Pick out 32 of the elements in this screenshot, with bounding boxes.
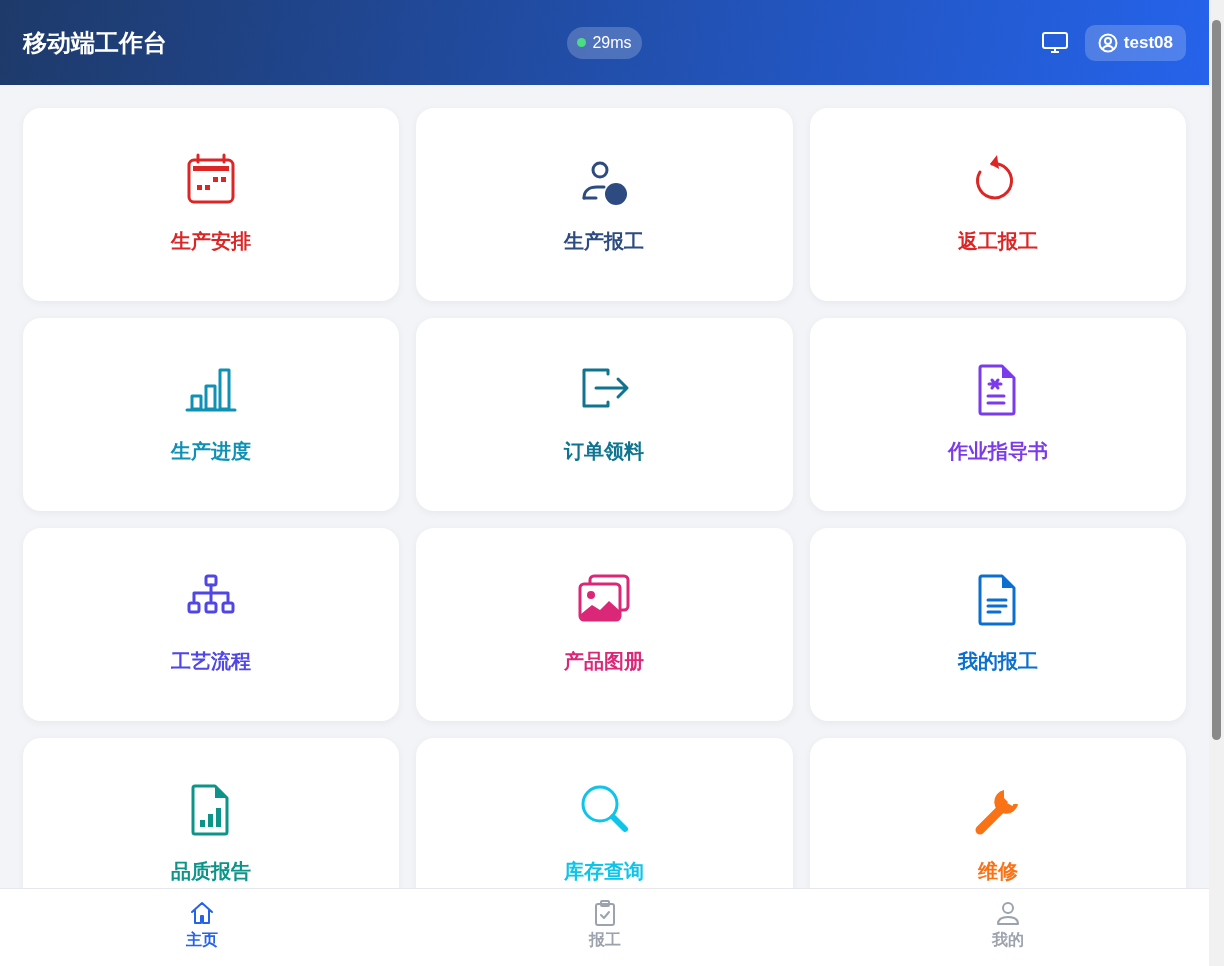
nav-tab[interactable]: 主页 — [185, 889, 218, 966]
menu-tile[interactable]: 生产报工 — [416, 108, 793, 301]
tile-label: 产品图册 — [564, 649, 645, 674]
nav-tab[interactable]: 我的 — [991, 889, 1024, 966]
tile-label: 品质报告 — [171, 859, 252, 884]
tile-label: 工艺流程 — [171, 649, 252, 674]
nav-tab[interactable]: 报工 — [588, 889, 621, 966]
menu-tile[interactable]: 生产进度 — [23, 318, 400, 511]
monitor-icon[interactable] — [1040, 30, 1069, 55]
menu-tile[interactable]: 工艺流程 — [23, 528, 400, 721]
latency-text: 29ms — [592, 32, 632, 53]
scrollbar[interactable] — [1209, 0, 1224, 966]
tile-label: 作业指导书 — [947, 439, 1048, 464]
tile-label: 库存查询 — [564, 859, 645, 884]
menu-tile[interactable]: 产品图册 — [416, 528, 793, 721]
tile-label: 我的报工 — [957, 649, 1038, 674]
tile-label: 生产安排 — [171, 229, 252, 254]
menu-tile[interactable]: 维修 — [809, 738, 1186, 888]
tile-label: 订单领料 — [564, 439, 645, 464]
user-icon — [1097, 32, 1118, 53]
menu-tile[interactable]: 返工报工 — [809, 108, 1186, 301]
user-button[interactable]: test08 — [1084, 24, 1186, 61]
menu-tile[interactable]: 生产安排 — [23, 108, 400, 301]
menu-tile[interactable]: 品质报告 — [23, 738, 400, 888]
menu-tile[interactable]: 我的报工 — [809, 528, 1186, 721]
tile-label: 返工报工 — [957, 229, 1038, 254]
tile-label: 生产进度 — [171, 439, 252, 464]
tile-label: 生产报工 — [564, 229, 645, 254]
menu-tile[interactable]: 订单领料 — [416, 318, 793, 511]
tile-label: 维修 — [977, 859, 1018, 884]
app-title: 移动端工作台 — [23, 27, 168, 58]
menu-tile[interactable]: 作业指导书 — [809, 318, 1186, 511]
